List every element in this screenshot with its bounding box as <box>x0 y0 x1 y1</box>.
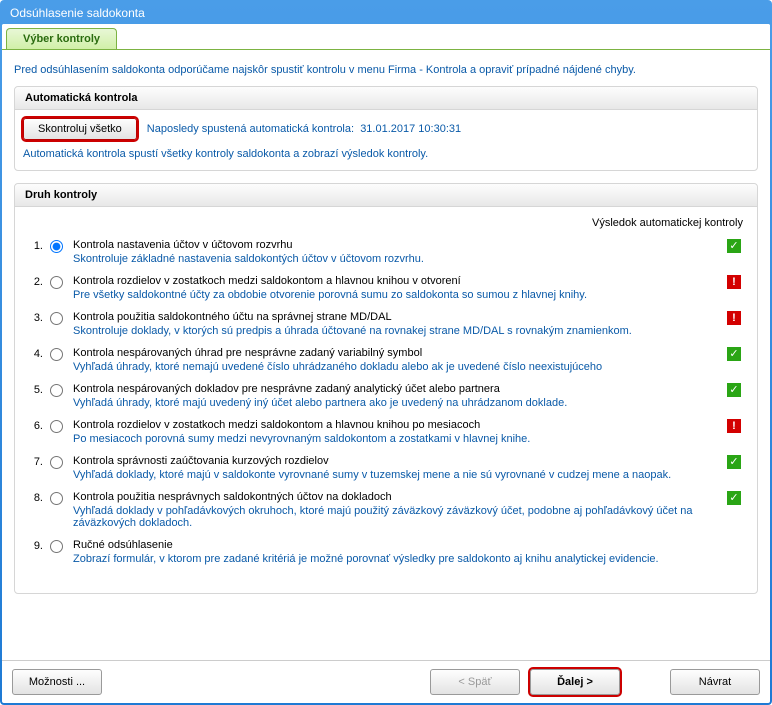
control-row: 6. Kontrola rozdielov v zostatkoch medzi … <box>23 419 749 445</box>
control-radio[interactable] <box>50 420 63 433</box>
control-row: 9. Ručné odsúhlasenie Zobrazí formulár, v … <box>23 539 749 565</box>
intro-text: Pred odsúhlasením saldokonta odporúčame … <box>14 64 758 76</box>
control-desc: Vyhľadá doklady, ktoré majú v saldokonte… <box>73 469 715 481</box>
control-desc: Zobrazí formulár, v ktorom pre zadané kr… <box>73 553 715 565</box>
check-icon: ✓ <box>727 239 741 253</box>
app-window: Odsúhlasenie saldokonta Výber kontroly P… <box>0 0 772 705</box>
check-icon: ✓ <box>727 347 741 361</box>
main-panel: Pred odsúhlasením saldokonta odporúčame … <box>2 49 770 660</box>
control-title: Kontrola správnosti zaúčtovania kurzovýc… <box>73 455 715 467</box>
control-desc: Vyhľadá doklady v pohľadávkových okruhoc… <box>73 505 715 529</box>
control-row: 1. Kontrola nastavenia účtov v účtovom ro… <box>23 239 749 265</box>
auto-check-panel: Automatická kontrola Skontroluj všetko N… <box>14 86 758 171</box>
control-title: Kontrola rozdielov v zostatkoch medzi sa… <box>73 275 715 287</box>
titlebar: Odsúhlasenie saldokonta <box>2 2 770 24</box>
control-row: 4. Kontrola nespárovaných úhrad pre nespr… <box>23 347 749 373</box>
control-radio[interactable] <box>50 540 63 553</box>
control-title: Kontrola rozdielov v zostatkoch medzi sa… <box>73 419 715 431</box>
control-row: 3. Kontrola použitia saldokontného účtu n… <box>23 311 749 337</box>
control-radio[interactable] <box>50 492 63 505</box>
result-column-header: Výsledok automatickej kontroly <box>23 213 749 239</box>
control-type-panel: Druh kontroly Výsledok automatickej kont… <box>14 183 758 594</box>
window-title: Odsúhlasenie saldokonta <box>10 6 145 20</box>
options-button[interactable]: Možnosti ... <box>12 669 102 695</box>
row-number: 1. <box>23 239 43 252</box>
control-radio[interactable] <box>50 384 63 397</box>
tabbar: Výber kontroly <box>2 24 770 49</box>
control-list: 1. Kontrola nastavenia účtov v účtovom ro… <box>23 239 749 565</box>
check-icon: ✓ <box>727 455 741 469</box>
tab-vyber-kontroly[interactable]: Výber kontroly <box>6 28 117 49</box>
last-run-label: Naposledy spustená automatická kontrola:… <box>147 123 461 135</box>
control-title: Ručné odsúhlasenie <box>73 539 715 551</box>
control-title: Kontrola nespárovaných dokladov pre nesp… <box>73 383 715 395</box>
control-title: Kontrola nastavenia účtov v účtovom rozv… <box>73 239 715 251</box>
control-desc: Vyhľadá úhrady, ktoré nemajú uvedené čís… <box>73 361 715 373</box>
check-icon: ✓ <box>727 383 741 397</box>
control-radio[interactable] <box>50 456 63 469</box>
control-row: 5. Kontrola nespárovaných dokladov pre ne… <box>23 383 749 409</box>
control-radio[interactable] <box>50 276 63 289</box>
control-radio[interactable] <box>50 312 63 325</box>
check-icon: ✓ <box>727 491 741 505</box>
control-desc: Skontroluje doklady, v ktorých sú predpi… <box>73 325 715 337</box>
row-number: 6. <box>23 419 43 432</box>
next-button[interactable]: Ďalej > <box>530 669 620 695</box>
row-number: 2. <box>23 275 43 288</box>
auto-check-header: Automatická kontrola <box>15 87 757 110</box>
control-title: Kontrola použitia nesprávnych saldokontn… <box>73 491 715 503</box>
control-row: 7. Kontrola správnosti zaúčtovania kurzov… <box>23 455 749 481</box>
footer: Možnosti ... < Späť Ďalej > Návrat <box>2 660 770 703</box>
row-number: 4. <box>23 347 43 360</box>
control-row: 8. Kontrola použitia nesprávnych saldokon… <box>23 491 749 529</box>
row-number: 7. <box>23 455 43 468</box>
control-radio[interactable] <box>50 240 63 253</box>
row-number: 3. <box>23 311 43 324</box>
back-button: < Späť <box>430 669 520 695</box>
control-title: Kontrola nespárovaných úhrad pre nespráv… <box>73 347 715 359</box>
check-all-button[interactable]: Skontroluj všetko <box>23 118 137 140</box>
control-title: Kontrola použitia saldokontného účtu na … <box>73 311 715 323</box>
warn-icon: ! <box>727 311 741 325</box>
auto-check-desc: Automatická kontrola spustí všetky kontr… <box>23 148 749 160</box>
content-area: Výber kontroly Pred odsúhlasením saldoko… <box>2 24 770 703</box>
cancel-button[interactable]: Návrat <box>670 669 760 695</box>
control-desc: Po mesiacoch porovná sumy medzi nevyrovn… <box>73 433 715 445</box>
control-desc: Skontroluje základné nastavenia saldokon… <box>73 253 715 265</box>
control-desc: Pre všetky saldokontné účty za obdobie o… <box>73 289 715 301</box>
control-type-header: Druh kontroly <box>15 184 757 207</box>
row-number: 5. <box>23 383 43 396</box>
row-number: 8. <box>23 491 43 504</box>
control-row: 2. Kontrola rozdielov v zostatkoch medzi … <box>23 275 749 301</box>
control-desc: Vyhľadá úhrady, ktoré majú uvedený iný ú… <box>73 397 715 409</box>
warn-icon: ! <box>727 419 741 433</box>
row-number: 9. <box>23 539 43 552</box>
warn-icon: ! <box>727 275 741 289</box>
control-radio[interactable] <box>50 348 63 361</box>
